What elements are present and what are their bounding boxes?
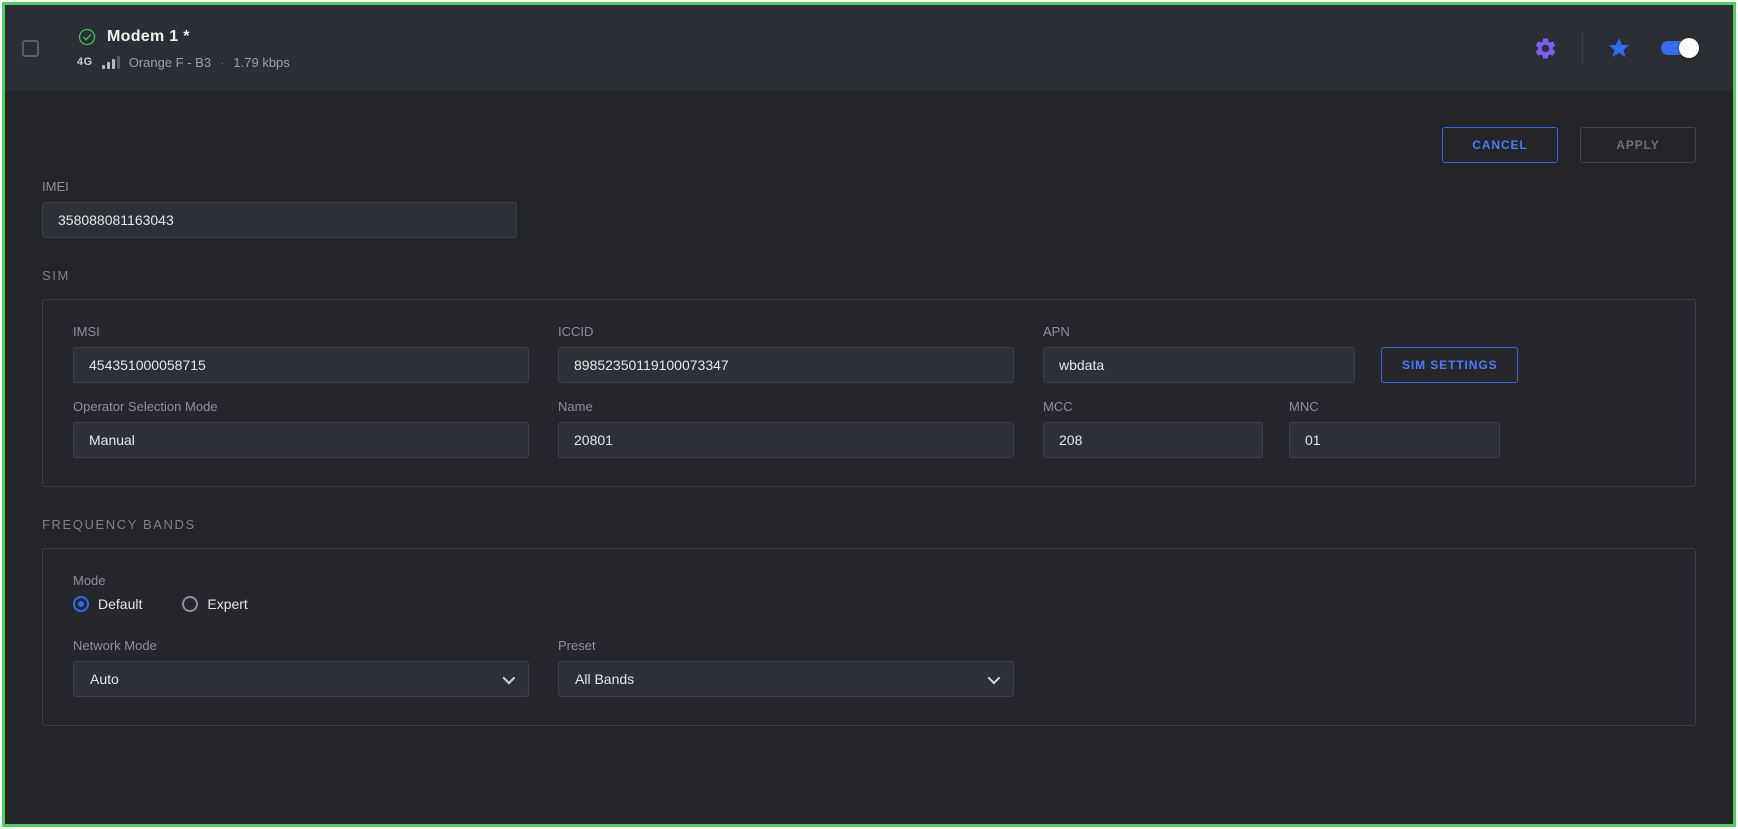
preset-label: Preset bbox=[558, 638, 1014, 653]
imei-input[interactable] bbox=[42, 202, 517, 238]
radio-default-label: Default bbox=[98, 596, 142, 612]
network-mode-value: Auto bbox=[90, 671, 119, 687]
title-block: Modem 1 * 4G Orange F - B3 · 1.79 kbps bbox=[77, 27, 290, 70]
radio-default[interactable]: Default bbox=[73, 596, 142, 612]
header: Modem 1 * 4G Orange F - B3 · 1.79 kbps bbox=[5, 5, 1733, 91]
apn-label: APN bbox=[1043, 324, 1355, 339]
network-mode-select[interactable]: Auto bbox=[73, 661, 529, 697]
chevron-down-icon bbox=[988, 671, 1001, 684]
imsi-label: IMSI bbox=[73, 324, 529, 339]
form-actions: CANCEL APPLY bbox=[42, 127, 1696, 163]
modem-settings-form: CANCEL APPLY IMEI SIM IMSI ICCID APN bbox=[5, 127, 1733, 726]
preset-select[interactable]: All Bands bbox=[558, 661, 1014, 697]
radio-expert-label: Expert bbox=[207, 596, 247, 612]
toggle-knob bbox=[1679, 38, 1699, 58]
network-mode-label: Network Mode bbox=[73, 638, 529, 653]
radio-selected-icon bbox=[73, 596, 89, 612]
operator-selection-mode-input[interactable] bbox=[73, 422, 529, 458]
apn-field: APN bbox=[1043, 324, 1355, 383]
favorite-star-icon[interactable] bbox=[1607, 36, 1631, 60]
mcc-input[interactable] bbox=[1043, 422, 1263, 458]
imei-label: IMEI bbox=[42, 179, 517, 194]
mode-radio-group: Default Expert bbox=[73, 596, 1665, 612]
modem-status-row: 4G Orange F - B3 · 1.79 kbps bbox=[77, 55, 290, 70]
operator-name-field: Name bbox=[558, 399, 1014, 458]
header-right bbox=[1533, 33, 1697, 63]
mnc-field: MNC bbox=[1289, 399, 1500, 458]
operator-selection-mode-field: Operator Selection Mode bbox=[73, 399, 529, 458]
preset-field: Preset All Bands bbox=[558, 638, 1014, 697]
speed-value: 1.79 kbps bbox=[233, 55, 289, 70]
status-check-icon bbox=[77, 27, 97, 47]
mode-label: Mode bbox=[73, 573, 1665, 588]
chevron-down-icon bbox=[503, 671, 516, 684]
settings-gear-icon[interactable] bbox=[1533, 36, 1558, 61]
preset-value: All Bands bbox=[575, 671, 634, 687]
iccid-field: ICCID bbox=[558, 324, 1014, 383]
imsi-field: IMSI bbox=[73, 324, 529, 383]
cancel-button[interactable]: CANCEL bbox=[1442, 127, 1558, 163]
mcc-label: MCC bbox=[1043, 399, 1263, 414]
imei-field: IMEI bbox=[42, 179, 517, 238]
radio-unselected-icon bbox=[182, 596, 198, 612]
signal-strength-icon bbox=[102, 56, 120, 69]
header-left: Modem 1 * 4G Orange F - B3 · 1.79 kbps bbox=[22, 27, 290, 70]
sim-settings-button[interactable]: SIM SETTINGS bbox=[1381, 347, 1518, 383]
frequency-bands-box: Mode Default Expert Network Mode bbox=[42, 548, 1696, 726]
modem-panel: Modem 1 * 4G Orange F - B3 · 1.79 kbps bbox=[2, 2, 1736, 827]
iccid-label: ICCID bbox=[558, 324, 1014, 339]
network-type-badge: 4G bbox=[77, 56, 93, 68]
imsi-input[interactable] bbox=[73, 347, 529, 383]
operator-name: Orange F - B3 bbox=[129, 55, 211, 70]
separator-dot: · bbox=[220, 55, 224, 70]
apply-button[interactable]: APPLY bbox=[1580, 127, 1696, 163]
page-title: Modem 1 * bbox=[107, 28, 190, 46]
mode-field: Mode Default Expert bbox=[73, 573, 1665, 612]
frequency-bands-section-label: FREQUENCY BANDS bbox=[42, 517, 1696, 532]
network-mode-field: Network Mode Auto bbox=[73, 638, 529, 697]
enable-toggle[interactable] bbox=[1661, 41, 1697, 55]
radio-expert[interactable]: Expert bbox=[182, 596, 247, 612]
operator-name-input[interactable] bbox=[558, 422, 1014, 458]
sim-section-label: SIM bbox=[42, 268, 1696, 283]
mnc-label: MNC bbox=[1289, 399, 1500, 414]
select-checkbox[interactable] bbox=[22, 40, 39, 57]
operator-selection-mode-label: Operator Selection Mode bbox=[73, 399, 529, 414]
header-divider bbox=[1582, 33, 1583, 63]
apn-input[interactable] bbox=[1043, 347, 1355, 383]
mnc-input[interactable] bbox=[1289, 422, 1500, 458]
iccid-input[interactable] bbox=[558, 347, 1014, 383]
sim-box: IMSI ICCID APN SIM SETTINGS Operator Sel… bbox=[42, 299, 1696, 487]
mcc-field: MCC bbox=[1043, 399, 1263, 458]
operator-name-label: Name bbox=[558, 399, 1014, 414]
